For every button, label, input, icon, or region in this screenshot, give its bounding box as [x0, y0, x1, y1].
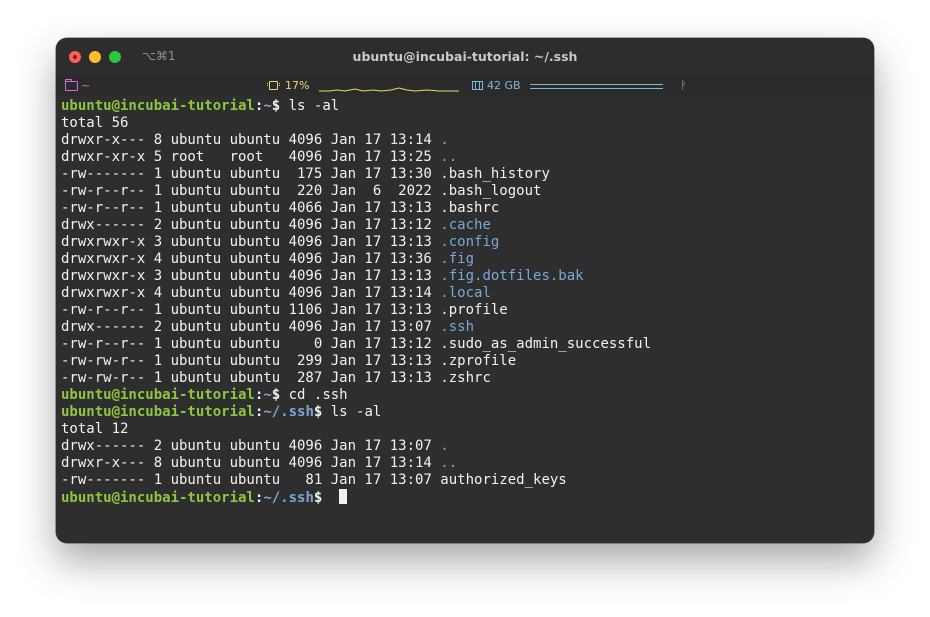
directory-name: .. [440, 455, 458, 471]
file-meta: drwxr-x--- 8 ubuntu ubuntu 4096 Jan 17 1… [61, 455, 441, 471]
terminal-window: ⌥⌘1 ubuntu@incubai-tutorial: ~/.ssh ~ 17… [56, 38, 874, 543]
prompt-user: ubuntu@incubai-tutorial [61, 490, 255, 506]
file-meta: drwx------ 2 ubuntu ubuntu 4096 Jan 17 1… [61, 319, 441, 335]
listing-row: drwxrwxr-x 4 ubuntu ubuntu 4096 Jan 17 1… [61, 285, 651, 302]
prompt-line: ubuntu@incubai-tutorial:~/.ssh$ ls -al [61, 404, 651, 421]
prompt-line: ubuntu@incubai-tutorial:~$ cd .ssh [61, 387, 651, 404]
file-meta: drwxrwxr-x 3 ubuntu ubuntu 4096 Jan 17 1… [61, 268, 441, 284]
file-meta: drwxrwxr-x 4 ubuntu ubuntu 4096 Jan 17 1… [61, 251, 441, 267]
listing-row: drwxr-xr-x 5 root root 4096 Jan 17 13:25… [61, 149, 651, 166]
listing-row: -rw------- 1 ubuntu ubuntu 175 Jan 17 13… [61, 166, 651, 183]
prompt-path: ~ [263, 98, 272, 114]
output-text: total 12 [61, 421, 129, 437]
window-title: ubuntu@incubai-tutorial: ~/.ssh [352, 49, 578, 64]
terminal-lines: ubuntu@incubai-tutorial:~$ ls -al total 5… [61, 98, 651, 506]
memory-bar [530, 84, 663, 89]
directory-name: .ssh [440, 319, 475, 335]
command-text: cd .ssh [288, 387, 348, 403]
prompt-symbol: $ [313, 404, 331, 420]
status-cwd[interactable]: ~ [81, 79, 90, 92]
branch-icon: ᚹ [680, 79, 687, 92]
directory-name: .fig.dotfiles.bak [440, 268, 584, 284]
text-cursor [338, 489, 347, 504]
listing-row: drwxr-x--- 8 ubuntu ubuntu 4096 Jan 17 1… [61, 132, 651, 149]
listing-row: drwxr-x--- 8 ubuntu ubuntu 4096 Jan 17 1… [61, 455, 651, 472]
prompt-symbol: $ [271, 98, 289, 114]
command-text: ls -al [330, 404, 382, 420]
prompt-symbol: $ [313, 490, 331, 506]
file-meta: drwxr-x--- 8 ubuntu ubuntu 4096 Jan 17 1… [61, 132, 441, 148]
file-name: .zshrc [440, 370, 491, 386]
file-meta: -rw------- 1 ubuntu ubuntu 175 Jan 17 13… [61, 166, 441, 182]
prompt-user: ubuntu@incubai-tutorial [61, 404, 255, 420]
listing-row: drwxrwxr-x 3 ubuntu ubuntu 4096 Jan 17 1… [61, 234, 651, 251]
listing-row: -rw-rw-r-- 1 ubuntu ubuntu 299 Jan 17 13… [61, 353, 651, 370]
file-meta: drwxrwxr-x 4 ubuntu ubuntu 4096 Jan 17 1… [61, 285, 441, 301]
file-name: .bash_history [440, 166, 550, 182]
file-name: authorized_keys [440, 472, 567, 488]
listing-row: -rw-r--r-- 1 ubuntu ubuntu 220 Jan 6 202… [61, 183, 651, 200]
file-meta: -rw-r--r-- 1 ubuntu ubuntu 4066 Jan 17 1… [61, 200, 441, 216]
prompt-line: ubuntu@incubai-tutorial:~/.ssh$ [61, 489, 651, 506]
title-bar[interactable]: ⌥⌘1 ubuntu@incubai-tutorial: ~/.ssh [56, 38, 874, 76]
file-meta: drwx------ 2 ubuntu ubuntu 4096 Jan 17 1… [61, 217, 441, 233]
listing-row: drwxrwxr-x 3 ubuntu ubuntu 4096 Jan 17 1… [61, 268, 651, 285]
output-line: total 56 [61, 115, 651, 132]
command-text: ls -al [288, 98, 340, 114]
file-meta: drwxrwxr-x 3 ubuntu ubuntu 4096 Jan 17 1… [61, 234, 441, 250]
prompt-path: ~ [263, 387, 272, 403]
listing-row: -rw-r--r-- 1 ubuntu ubuntu 0 Jan 17 13:1… [61, 336, 651, 353]
prompt-path: ~/.ssh [263, 490, 314, 506]
file-meta: -rw-rw-r-- 1 ubuntu ubuntu 299 Jan 17 13… [61, 353, 441, 369]
listing-row: drwxrwxr-x 4 ubuntu ubuntu 4096 Jan 17 1… [61, 251, 651, 268]
listing-row: -rw------- 1 ubuntu ubuntu 81 Jan 17 13:… [61, 472, 651, 489]
prompt-line: ubuntu@incubai-tutorial:~$ ls -al [61, 98, 651, 115]
file-meta: -rw-r--r-- 1 ubuntu ubuntu 1106 Jan 17 1… [61, 302, 441, 318]
file-meta: -rw------- 1 ubuntu ubuntu 81 Jan 17 13:… [61, 472, 441, 488]
directory-name: .config [440, 234, 500, 250]
status-memory: 42 GB [487, 79, 521, 92]
file-meta: -rw-r--r-- 1 ubuntu ubuntu 220 Jan 6 202… [61, 183, 441, 199]
file-name: .sudo_as_admin_successful [440, 336, 652, 352]
prompt-user: ubuntu@incubai-tutorial [61, 98, 255, 114]
status-bar: ~ 17% 42 GB ᚹ [56, 76, 874, 96]
memory-icon [472, 81, 483, 90]
file-name: .bash_logout [440, 183, 542, 199]
listing-row: drwx------ 2 ubuntu ubuntu 4096 Jan 17 1… [61, 438, 651, 455]
directory-name: .fig [440, 251, 475, 267]
file-meta: -rw-r--r-- 1 ubuntu ubuntu 0 Jan 17 13:1… [61, 336, 441, 352]
directory-name: .local [440, 285, 491, 301]
file-meta: drwxr-xr-x 5 root root 4096 Jan 17 13:25 [61, 149, 441, 165]
listing-row: -rw-r--r-- 1 ubuntu ubuntu 1106 Jan 17 1… [61, 302, 651, 319]
directory-name: . [440, 438, 449, 454]
cpu-graph [319, 87, 459, 92]
file-meta: -rw-rw-r-- 1 ubuntu ubuntu 287 Jan 17 13… [61, 370, 441, 386]
listing-row: -rw-rw-r-- 1 ubuntu ubuntu 287 Jan 17 13… [61, 370, 651, 387]
output-line: total 12 [61, 421, 651, 438]
output-text: total 56 [61, 115, 129, 131]
directory-name: .cache [440, 217, 491, 233]
listing-row: drwx------ 2 ubuntu ubuntu 4096 Jan 17 1… [61, 217, 651, 234]
prompt-path: ~/.ssh [263, 404, 314, 420]
file-name: .zprofile [440, 353, 517, 369]
file-name: .bashrc [440, 200, 500, 216]
listing-row: drwx------ 2 ubuntu ubuntu 4096 Jan 17 1… [61, 319, 651, 336]
cpu-icon [267, 81, 280, 90]
directory-name: . [440, 132, 449, 148]
terminal-output[interactable]: ubuntu@incubai-tutorial:~$ ls -al total 5… [56, 96, 874, 543]
folder-icon [65, 79, 78, 91]
status-cpu: 17% [285, 79, 310, 92]
prompt-symbol: $ [271, 387, 289, 403]
file-name: .profile [440, 302, 508, 318]
listing-row: -rw-r--r-- 1 ubuntu ubuntu 4066 Jan 17 1… [61, 200, 651, 217]
file-meta: drwx------ 2 ubuntu ubuntu 4096 Jan 17 1… [61, 438, 441, 454]
prompt-user: ubuntu@incubai-tutorial [61, 387, 255, 403]
directory-name: .. [440, 149, 458, 165]
